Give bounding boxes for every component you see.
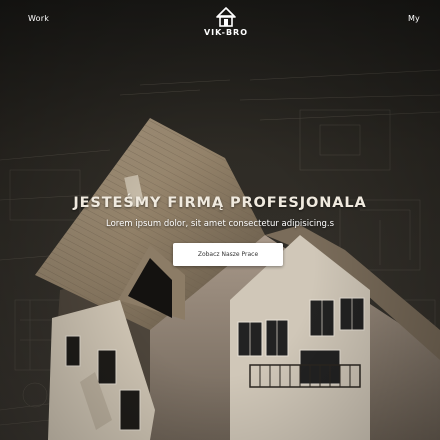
hero-subheadline: Lorem ipsum dolor, sit amet consectetur … bbox=[105, 219, 335, 229]
hero-headline: JESTEŚMY FIRMĄ PROFESJONALA bbox=[73, 195, 367, 211]
nav-link-work[interactable]: Work bbox=[28, 14, 49, 23]
site-logo[interactable]: VIK-BRO bbox=[196, 4, 256, 38]
logo-text: VIK-BRO bbox=[203, 28, 249, 37]
view-work-button[interactable]: Zobacz Nasze Prace bbox=[173, 243, 283, 266]
nav-link-my[interactable]: My bbox=[408, 14, 420, 23]
